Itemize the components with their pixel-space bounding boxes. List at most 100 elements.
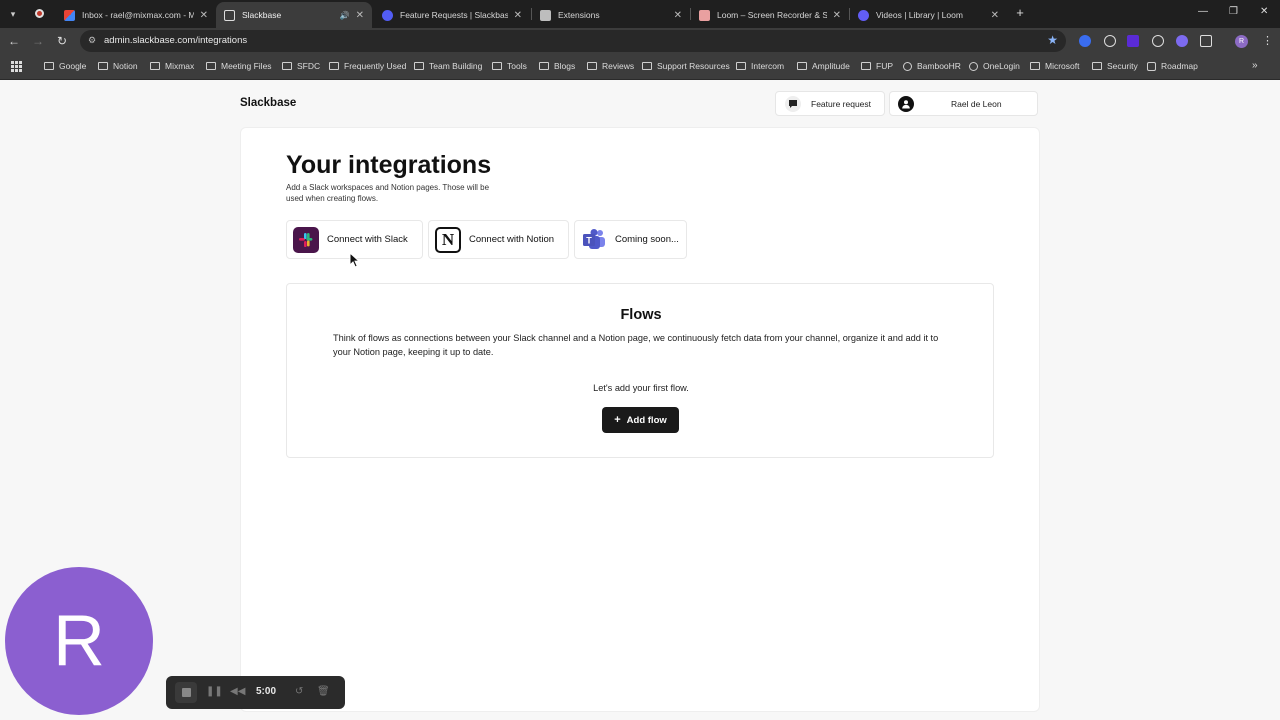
folder-icon	[1092, 62, 1102, 70]
close-tab-icon[interactable]: ✕	[833, 10, 841, 21]
tab-extensions[interactable]: Extensions ✕	[532, 2, 690, 28]
chat-icon	[785, 95, 801, 112]
address-bar[interactable]: ⚙ admin.slackbase.com/integrations ★	[80, 30, 1066, 52]
flows-title: Flows	[620, 307, 662, 323]
folder-icon	[329, 62, 339, 70]
mixmax-extension-icon[interactable]	[1127, 35, 1139, 47]
reload-icon[interactable]: ↻	[54, 33, 70, 49]
bookmark-team-building[interactable]: Team Building	[414, 61, 482, 71]
bookmark-onelogin[interactable]: OneLogin	[969, 61, 1020, 71]
bookmark-meeting-files[interactable]: Meeting Files	[206, 61, 272, 71]
forward-icon[interactable]: →	[30, 33, 46, 49]
tab-feature-requests[interactable]: Feature Requests | Slackbase ✕	[374, 2, 530, 28]
folder-icon	[736, 62, 746, 70]
bookmark-google[interactable]: Google	[44, 61, 86, 71]
bookmark-label: OneLogin	[983, 61, 1020, 71]
restore-icon[interactable]: ❐	[1229, 6, 1238, 17]
bookmark-bamboohr[interactable]: BambooHR	[903, 61, 961, 71]
close-tab-icon[interactable]: ✕	[674, 10, 682, 21]
loom-extension-icon[interactable]	[1176, 35, 1188, 47]
site-info-icon[interactable]: ⚙	[88, 35, 96, 46]
bookmark-label: SFDC	[297, 61, 321, 71]
bookmark-frequently-used[interactable]: Frequently Used	[329, 61, 406, 71]
bookmark-mixmax[interactable]: Mixmax	[150, 61, 194, 71]
extensions-puzzle-icon[interactable]	[1200, 35, 1212, 47]
coming-soon-label: Coming soon...	[615, 234, 679, 245]
bookmark-label: FUP	[876, 61, 893, 71]
mouse-cursor-icon	[349, 252, 360, 268]
folder-icon	[98, 62, 108, 70]
tab-gmail[interactable]: Inbox - rael@mixmax.com - Mi ✕	[56, 2, 216, 28]
close-tab-icon[interactable]: ✕	[514, 10, 522, 21]
canny-icon	[382, 9, 393, 21]
bookmark-microsoft[interactable]: Microsoft	[1030, 61, 1079, 71]
minimize-icon[interactable]: —	[1198, 6, 1208, 17]
folder-icon	[587, 62, 597, 70]
tab-title: Videos | Library | Loom	[876, 10, 963, 20]
folder-icon	[861, 62, 871, 70]
close-tab-icon[interactable]: ✕	[200, 10, 208, 21]
bookmark-blogs[interactable]: Blogs	[539, 61, 575, 71]
bookmark-roadmap[interactable]: Roadmap	[1147, 61, 1198, 71]
back-icon[interactable]: ←	[6, 33, 22, 49]
bookmark-label: Roadmap	[1161, 61, 1198, 71]
tab-loom-library[interactable]: Videos | Library | Loom ✕	[850, 2, 1007, 28]
bookmark-sfdc[interactable]: SFDC	[282, 61, 320, 71]
folder-icon	[150, 62, 160, 70]
bookmark-support-resources[interactable]: Support Resources	[642, 61, 730, 71]
folder-icon	[539, 62, 549, 70]
pause-icon[interactable]: ❚❚	[206, 684, 223, 699]
brand-logo[interactable]: Slackbase	[240, 97, 296, 109]
stop-recording-button[interactable]	[175, 682, 197, 703]
bookmark-label: Team Building	[429, 61, 483, 71]
bookmarks-overflow-icon[interactable]: »	[1252, 60, 1258, 71]
audio-icon[interactable]: 🔊	[340, 11, 350, 20]
trash-icon[interactable]: 🗑	[317, 684, 330, 699]
bookmark-fup[interactable]: FUP	[861, 61, 893, 71]
bookmark-star-icon[interactable]: ★	[1047, 33, 1058, 47]
user-menu-button[interactable]: Rael de Leon	[889, 91, 1038, 116]
notion-icon: N	[435, 226, 461, 253]
rewind-icon[interactable]: ◀◀	[230, 684, 245, 699]
loom-camera-bubble[interactable]: R	[5, 567, 153, 715]
grammarly-extension-icon[interactable]	[1152, 35, 1164, 47]
apps-grid-icon[interactable]	[11, 61, 22, 72]
bookmark-tools[interactable]: Tools	[492, 61, 527, 71]
extension-icon[interactable]	[1104, 35, 1116, 47]
tab-title: Loom – Screen Recorder & Scre	[717, 10, 827, 20]
bookmark-reviews[interactable]: Reviews	[587, 61, 634, 71]
notion-icon	[1147, 61, 1156, 71]
page-subtitle: Add a Slack workspaces and Notion pages.…	[286, 183, 490, 203]
folder-icon	[44, 62, 54, 70]
flows-description: Think of flows as connections between yo…	[333, 333, 939, 357]
bookmark-label: Microsoft	[1045, 61, 1080, 71]
new-tab-button[interactable]: +	[1012, 5, 1028, 21]
folder-icon	[797, 62, 807, 70]
bookmark-label: Mixmax	[165, 61, 195, 71]
close-window-icon[interactable]: ✕	[1260, 6, 1268, 17]
folder-icon	[282, 62, 292, 70]
profile-avatar[interactable]: R	[1235, 35, 1248, 48]
close-tab-icon[interactable]: ✕	[356, 10, 364, 21]
add-flow-label: Add flow	[626, 414, 667, 426]
browser-menu-icon[interactable]: ⋮	[1262, 34, 1273, 47]
bookmark-intercom[interactable]: Intercom	[736, 61, 784, 71]
user-avatar-icon	[898, 95, 914, 112]
tab-loom-recorder[interactable]: Loom – Screen Recorder & Scre ✕	[691, 2, 849, 28]
flows-panel: Flows Think of flows as connections betw…	[286, 283, 994, 458]
feature-request-button[interactable]: Feature request	[775, 91, 885, 116]
recording-indicator-icon	[35, 9, 44, 18]
connect-notion-button[interactable]: N Connect with Notion	[428, 220, 569, 259]
onelogin-icon	[969, 61, 978, 71]
bookmark-security[interactable]: Security	[1092, 61, 1138, 71]
close-tab-icon[interactable]: ✕	[991, 10, 999, 21]
onepassword-extension-icon[interactable]	[1079, 35, 1091, 47]
bookmark-notion[interactable]: Notion	[98, 61, 138, 71]
add-flow-button[interactable]: + Add flow	[602, 407, 679, 433]
bookmark-amplitude[interactable]: Amplitude	[797, 61, 850, 71]
url-text[interactable]: admin.slackbase.com/integrations	[104, 35, 247, 46]
tab-title: Extensions	[558, 10, 600, 20]
tab-slackbase[interactable]: Slackbase 🔊 ✕	[216, 2, 372, 28]
tab-search-icon[interactable]: ▾	[5, 6, 21, 22]
restart-icon[interactable]: ↺	[295, 684, 303, 699]
